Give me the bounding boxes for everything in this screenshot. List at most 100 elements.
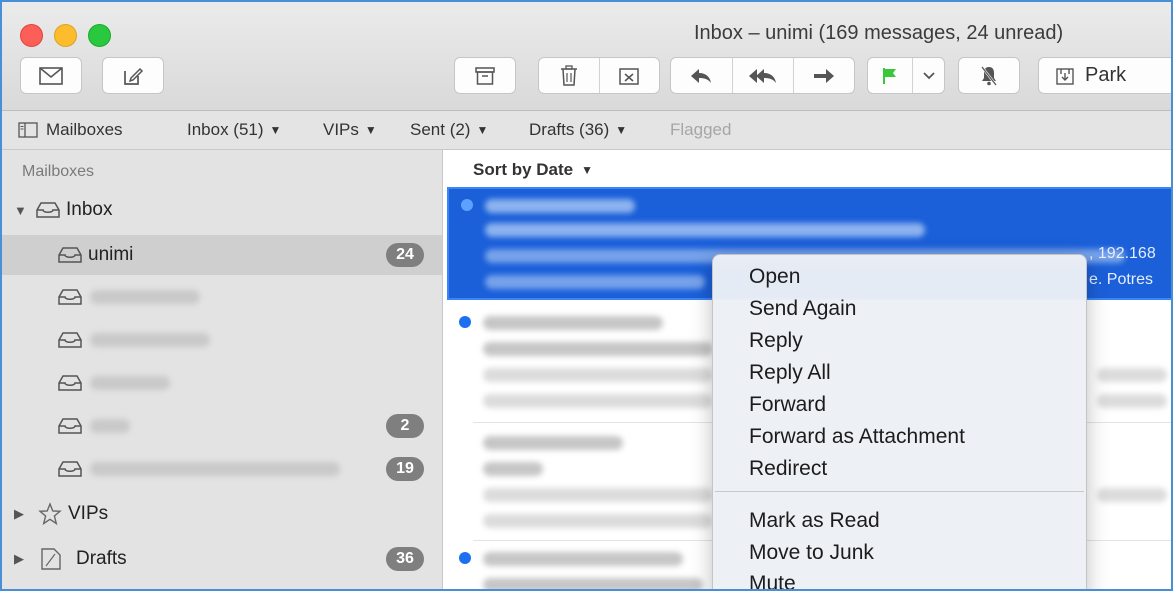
unread-dot-icon: [461, 199, 473, 211]
menu-item-forward-as-attachment[interactable]: Forward as Attachment: [749, 425, 965, 449]
inbox-tray-icon: [58, 289, 82, 305]
menu-item-redirect[interactable]: Redirect: [749, 457, 827, 481]
minimize-window-button[interactable]: [54, 24, 77, 47]
disclosure-expanded-icon: ▼: [14, 202, 27, 218]
sidebar-item-account[interactable]: 19: [2, 449, 442, 489]
mail-window: Inbox – unimi (169 messages, 24 unread): [0, 0, 1173, 591]
sidebar-item-account[interactable]: 2: [2, 406, 442, 446]
close-window-button[interactable]: [20, 24, 43, 47]
preview-fragment: , 192.168: [1089, 245, 1156, 262]
window-title: Inbox – unimi (169 messages, 24 unread): [694, 22, 1064, 44]
chevron-down-icon: ▼: [615, 123, 628, 137]
redacted-sender: [483, 436, 623, 450]
sidebar-item-unimi[interactable]: unimi 24: [2, 235, 442, 275]
reply-group: [670, 57, 855, 94]
archive-icon: [475, 66, 495, 85]
forward-arrow-icon: [814, 68, 835, 83]
redacted-preview: [485, 275, 705, 289]
redacted-subject: [483, 342, 713, 356]
sort-label: Sort by Date: [473, 160, 574, 179]
redacted-account-name: [90, 462, 340, 476]
chevron-down-icon: ▼: [364, 123, 377, 137]
menu-item-mute[interactable]: Mute: [749, 572, 796, 589]
park-icon: [1056, 67, 1074, 85]
get-mail-button[interactable]: [20, 57, 82, 94]
sort-menu-button[interactable]: Sort by Date ▼: [473, 160, 593, 180]
preview-fragment: e. Potres: [1089, 271, 1154, 288]
favorites-flagged-label: Flagged: [670, 120, 732, 139]
flag-menu-button[interactable]: [912, 58, 944, 93]
inbox-tray-icon: [58, 247, 82, 263]
flag-group: [867, 57, 945, 94]
menu-separator: [715, 491, 1084, 492]
reply-all-icon: [748, 68, 776, 83]
favorites-sent-button[interactable]: Sent (2) ▼: [410, 120, 488, 140]
menu-item-open[interactable]: Open: [749, 265, 800, 289]
sidebar-item-inbox-label: Inbox: [66, 199, 113, 220]
sidebar-item-account[interactable]: [2, 363, 442, 403]
favorites-mailboxes-button[interactable]: Mailboxes: [18, 120, 123, 140]
unread-dot-icon: [459, 552, 471, 564]
drafts-document-icon: [41, 548, 61, 570]
redacted-sender: [483, 316, 663, 330]
sidebar-toggle-icon: [18, 122, 38, 138]
menu-item-send-again[interactable]: Send Again: [749, 297, 856, 321]
park-label: Park: [1085, 64, 1127, 86]
inbox-tray-icon: [58, 461, 82, 477]
star-icon: [38, 502, 62, 526]
zoom-window-button[interactable]: [88, 24, 111, 47]
redacted-account-name: [90, 419, 130, 433]
park-button[interactable]: Park: [1038, 57, 1171, 94]
sidebar-item-inbox[interactable]: ▼ Inbox: [2, 190, 442, 230]
redacted-account-name: [90, 290, 200, 304]
favorites-inbox-label: Inbox (51): [187, 120, 264, 139]
redacted-preview: [1097, 368, 1167, 382]
disclosure-collapsed-icon: ▶: [14, 551, 24, 566]
menu-item-forward[interactable]: Forward: [749, 393, 826, 417]
archive-button[interactable]: [454, 57, 516, 94]
favorites-drafts-button[interactable]: Drafts (36) ▼: [529, 120, 627, 140]
menu-item-reply-all[interactable]: Reply All: [749, 361, 831, 385]
redacted-preview: [483, 514, 713, 528]
favorites-sent-label: Sent (2): [410, 120, 471, 139]
flag-button[interactable]: [868, 58, 912, 93]
title-toolbar: Inbox – unimi (169 messages, 24 unread): [2, 2, 1171, 111]
reply-all-button[interactable]: [731, 58, 794, 93]
favorites-vips-button[interactable]: VIPs ▼: [323, 120, 377, 140]
mute-button[interactable]: [958, 57, 1020, 94]
sidebar-item-drafts[interactable]: ▶ Drafts 36: [2, 539, 442, 579]
sidebar-item-account[interactable]: [2, 320, 442, 360]
redacted-preview: [483, 488, 713, 502]
chevron-down-icon: ▼: [269, 123, 282, 137]
favorites-flagged-button[interactable]: Flagged: [670, 120, 731, 140]
trash-icon: [560, 64, 577, 86]
menu-item-mark-as-read[interactable]: Mark as Read: [749, 509, 880, 533]
disclosure-collapsed-icon: ▶: [14, 506, 24, 521]
redacted-preview: [1097, 488, 1167, 502]
inbox-tray-icon: [58, 418, 82, 434]
sidebar-item-unimi-label: unimi: [88, 244, 134, 265]
compose-button[interactable]: [102, 57, 164, 94]
redacted-subject: [485, 223, 925, 237]
redacted-sender: [483, 552, 683, 566]
sidebar-item-vips-label: VIPs: [68, 503, 109, 524]
junk-icon: [619, 67, 639, 85]
favorites-inbox-button[interactable]: Inbox (51) ▼: [187, 120, 281, 140]
sidebar-item-vips[interactable]: ▶ VIPs: [2, 494, 442, 534]
forward-button[interactable]: [793, 58, 854, 93]
context-menu: Open Send Again Reply Reply All Forward …: [712, 254, 1087, 589]
delete-button[interactable]: [539, 58, 599, 93]
unread-count-badge: 24: [386, 243, 424, 267]
favorites-mailboxes-label: Mailboxes: [46, 120, 123, 139]
flag-icon: [883, 67, 897, 84]
menu-item-reply[interactable]: Reply: [749, 329, 803, 353]
chevron-down-icon: ▼: [581, 163, 594, 177]
junk-button[interactable]: [598, 58, 660, 93]
redacted-subject: [483, 578, 703, 589]
favorites-vips-label: VIPs: [323, 120, 359, 139]
menu-item-move-to-junk[interactable]: Move to Junk: [749, 541, 874, 565]
sidebar-item-account[interactable]: [2, 277, 442, 317]
reply-arrow-icon: [691, 68, 712, 83]
reply-button[interactable]: [671, 58, 732, 93]
mailbox-sidebar: Mailboxes ▼ Inbox unimi 24 2 19 ▶ VIPs ▶…: [2, 150, 443, 589]
